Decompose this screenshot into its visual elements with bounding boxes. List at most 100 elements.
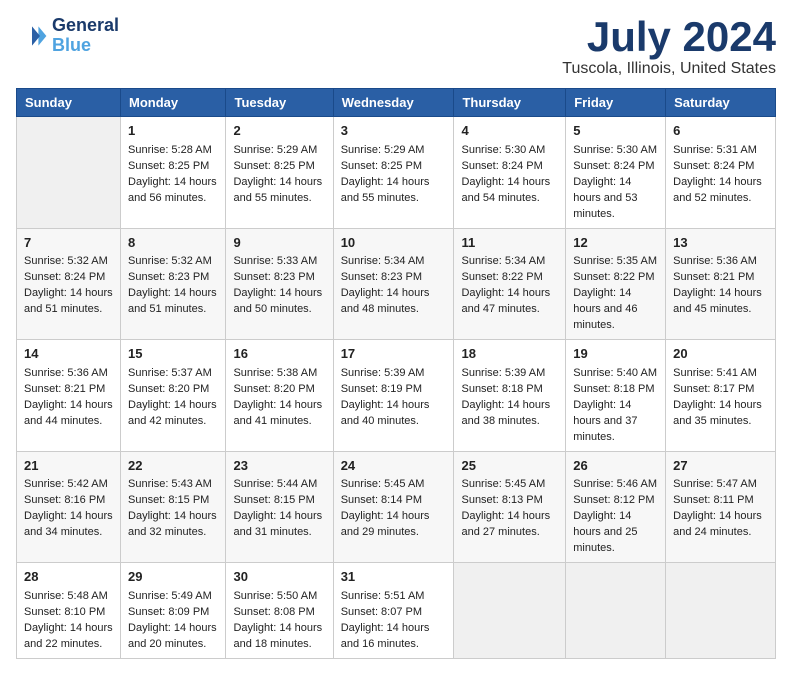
day-number: 1 (128, 122, 218, 141)
day-number: 4 (461, 122, 558, 141)
sunrise-text: Sunrise: 5:32 AM (24, 255, 108, 267)
day-number: 26 (573, 457, 658, 476)
daylight-text: Daylight: 14 hours and 47 minutes. (461, 287, 550, 315)
cell-4-2: 22Sunrise: 5:43 AMSunset: 8:15 PMDayligh… (121, 451, 226, 563)
title-area: July 2024 Tuscola, Illinois, United Stat… (562, 16, 776, 78)
daylight-text: Daylight: 14 hours and 52 minutes. (673, 176, 762, 204)
sunset-text: Sunset: 8:16 PM (24, 494, 105, 506)
main-title: July 2024 (562, 16, 776, 58)
cell-5-3: 30Sunrise: 5:50 AMSunset: 8:08 PMDayligh… (226, 563, 333, 659)
day-number: 6 (673, 122, 768, 141)
cell-1-2: 1Sunrise: 5:28 AMSunset: 8:25 PMDaylight… (121, 117, 226, 229)
day-number: 23 (233, 457, 325, 476)
day-number: 31 (341, 568, 447, 587)
cell-4-7: 27Sunrise: 5:47 AMSunset: 8:11 PMDayligh… (666, 451, 776, 563)
sunset-text: Sunset: 8:23 PM (341, 271, 422, 283)
day-number: 30 (233, 568, 325, 587)
day-number: 17 (341, 345, 447, 364)
day-number: 21 (24, 457, 113, 476)
cell-3-7: 20Sunrise: 5:41 AMSunset: 8:17 PMDayligh… (666, 340, 776, 452)
sunrise-text: Sunrise: 5:45 AM (461, 478, 545, 490)
day-number: 16 (233, 345, 325, 364)
sunrise-text: Sunrise: 5:46 AM (573, 478, 657, 490)
sunrise-text: Sunrise: 5:42 AM (24, 478, 108, 490)
cell-5-2: 29Sunrise: 5:49 AMSunset: 8:09 PMDayligh… (121, 563, 226, 659)
daylight-text: Daylight: 14 hours and 37 minutes. (573, 399, 637, 443)
sunrise-text: Sunrise: 5:47 AM (673, 478, 757, 490)
logo-line2: Blue (52, 35, 91, 55)
daylight-text: Daylight: 14 hours and 40 minutes. (341, 399, 430, 427)
logo-line1: General (52, 16, 119, 36)
sunrise-text: Sunrise: 5:31 AM (673, 144, 757, 156)
cell-4-5: 25Sunrise: 5:45 AMSunset: 8:13 PMDayligh… (454, 451, 566, 563)
cell-5-5 (454, 563, 566, 659)
sunrise-text: Sunrise: 5:38 AM (233, 367, 317, 379)
logo: General Blue (16, 16, 119, 56)
daylight-text: Daylight: 14 hours and 32 minutes. (128, 510, 217, 538)
sunrise-text: Sunrise: 5:30 AM (573, 144, 657, 156)
day-number: 29 (128, 568, 218, 587)
daylight-text: Daylight: 14 hours and 42 minutes. (128, 399, 217, 427)
sunrise-text: Sunrise: 5:36 AM (673, 255, 757, 267)
day-number: 12 (573, 234, 658, 253)
day-number: 28 (24, 568, 113, 587)
sunset-text: Sunset: 8:18 PM (573, 383, 654, 395)
daylight-text: Daylight: 14 hours and 20 minutes. (128, 622, 217, 650)
subtitle: Tuscola, Illinois, United States (562, 60, 776, 78)
calendar-table: SundayMondayTuesdayWednesdayThursdayFrid… (16, 88, 776, 659)
day-number: 24 (341, 457, 447, 476)
header-cell-monday: Monday (121, 89, 226, 117)
day-number: 7 (24, 234, 113, 253)
sunset-text: Sunset: 8:20 PM (233, 383, 314, 395)
sunset-text: Sunset: 8:24 PM (573, 160, 654, 172)
cell-5-7 (666, 563, 776, 659)
day-number: 5 (573, 122, 658, 141)
sunset-text: Sunset: 8:23 PM (233, 271, 314, 283)
daylight-text: Daylight: 14 hours and 31 minutes. (233, 510, 322, 538)
day-number: 20 (673, 345, 768, 364)
header-cell-friday: Friday (566, 89, 666, 117)
week-row-5: 28Sunrise: 5:48 AMSunset: 8:10 PMDayligh… (17, 563, 776, 659)
daylight-text: Daylight: 14 hours and 53 minutes. (573, 176, 637, 220)
sunset-text: Sunset: 8:25 PM (341, 160, 422, 172)
cell-1-6: 5 Sunrise: 5:30 AM Sunset: 8:24 PM Daylight… (566, 117, 666, 229)
daylight-text: Daylight: 14 hours and 24 minutes. (673, 510, 762, 538)
cell-4-3: 23Sunrise: 5:44 AMSunset: 8:15 PMDayligh… (226, 451, 333, 563)
sunset-text: Sunset: 8:24 PM (461, 160, 542, 172)
daylight-text: Daylight: 14 hours and 50 minutes. (233, 287, 322, 315)
sunset-text: Sunset: 8:17 PM (673, 383, 754, 395)
day-number: 3 (341, 122, 447, 141)
sunset-text: Sunset: 8:22 PM (461, 271, 542, 283)
sunrise-text: Sunrise: 5:34 AM (461, 255, 545, 267)
cell-3-2: 15Sunrise: 5:37 AMSunset: 8:20 PMDayligh… (121, 340, 226, 452)
daylight-text: Daylight: 14 hours and 48 minutes. (341, 287, 430, 315)
sunrise-text: Sunrise: 5:40 AM (573, 367, 657, 379)
day-number: 2 (233, 122, 325, 141)
cell-1-1 (17, 117, 121, 229)
sunrise-text: Sunrise: 5:45 AM (341, 478, 425, 490)
sunset-text: Sunset: 8:20 PM (128, 383, 209, 395)
cell-2-7: 13Sunrise: 5:36 AMSunset: 8:21 PMDayligh… (666, 228, 776, 340)
sunset-text: Sunset: 8:13 PM (461, 494, 542, 506)
cell-2-3: 9Sunrise: 5:33 AMSunset: 8:23 PMDaylight… (226, 228, 333, 340)
day-number: 8 (128, 234, 218, 253)
daylight-text: Daylight: 14 hours and 35 minutes. (673, 399, 762, 427)
sunset-text: Sunset: 8:21 PM (24, 383, 105, 395)
sunset-text: Sunset: 8:23 PM (128, 271, 209, 283)
daylight-text: Daylight: 14 hours and 25 minutes. (573, 510, 637, 554)
header-cell-wednesday: Wednesday (333, 89, 454, 117)
week-row-4: 21 Sunrise: 5:42 AM Sunset: 8:16 PM Dayligh… (17, 451, 776, 563)
daylight-text: Daylight: 14 hours and 51 minutes. (128, 287, 217, 315)
sunset-text: Sunset: 8:21 PM (673, 271, 754, 283)
week-row-3: 14Sunrise: 5:36 AMSunset: 8:21 PMDayligh… (17, 340, 776, 452)
cell-4-6: 26Sunrise: 5:46 AMSunset: 8:12 PMDayligh… (566, 451, 666, 563)
sunrise-text: Sunrise: 5:30 AM (461, 144, 545, 156)
daylight-text: Daylight: 14 hours and 55 minutes. (341, 176, 430, 204)
sunrise-text: Sunrise: 5:28 AM (128, 144, 212, 156)
header-cell-tuesday: Tuesday (226, 89, 333, 117)
sunrise-text: Sunrise: 5:48 AM (24, 590, 108, 602)
sunrise-text: Sunrise: 5:32 AM (128, 255, 212, 267)
sunrise-text: Sunrise: 5:44 AM (233, 478, 317, 490)
sunrise-text: Sunrise: 5:34 AM (341, 255, 425, 267)
daylight-text: Daylight: 14 hours and 38 minutes. (461, 399, 550, 427)
